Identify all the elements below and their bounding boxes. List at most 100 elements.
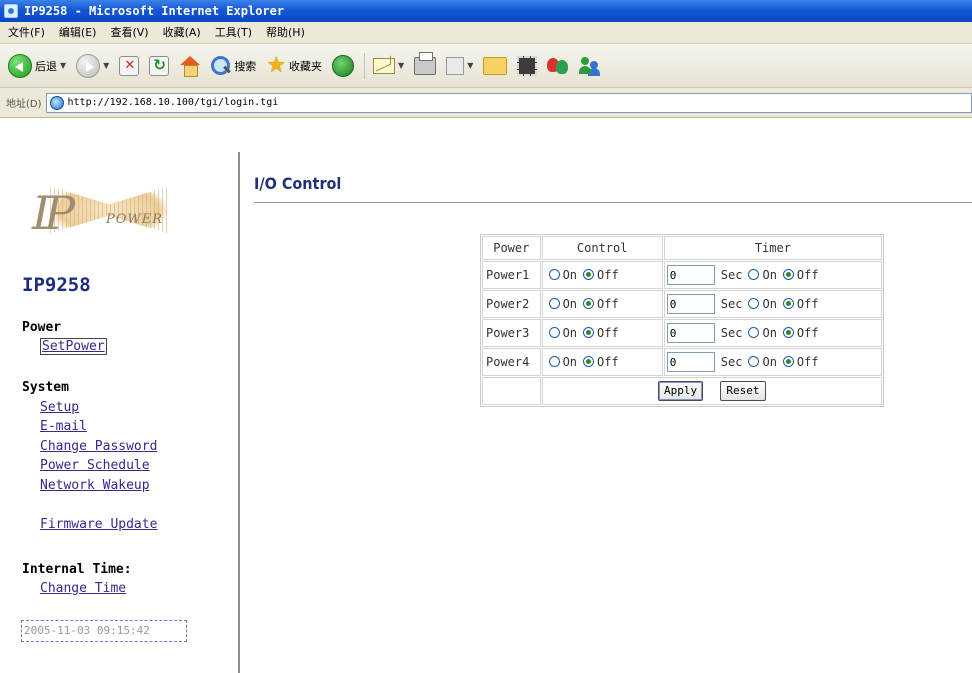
- mail-button[interactable]: ▼: [373, 57, 404, 74]
- power-1-timer-on-label: On: [762, 267, 777, 282]
- power-row-label: Power3: [482, 319, 541, 347]
- refresh-icon: [149, 55, 170, 76]
- search-icon: [211, 55, 231, 76]
- refresh-button[interactable]: [149, 55, 170, 76]
- header-control: Control: [541, 236, 663, 260]
- address-url: http://192.168.10.100/tgi/login.tgi: [67, 97, 279, 108]
- address-label: 地址(D): [6, 99, 42, 110]
- mail-dropdown-icon[interactable]: ▼: [398, 61, 404, 70]
- power-3-control-cell: On Off: [541, 319, 663, 347]
- power-1-sec-label: Sec: [720, 267, 743, 282]
- search-button[interactable]: 搜索: [211, 55, 256, 76]
- power-3-timer-seconds-input[interactable]: [666, 323, 715, 343]
- folder-button[interactable]: [483, 56, 508, 75]
- power-3-timer-on-radio[interactable]: [748, 326, 760, 338]
- firmware-update-link[interactable]: Firmware Update: [40, 517, 157, 532]
- power-2-timer-on-radio[interactable]: [748, 297, 760, 309]
- power-1-timer-cell: Sec On Off: [663, 261, 882, 289]
- stop-icon: [119, 55, 140, 76]
- back-dropdown-icon[interactable]: ▼: [60, 61, 66, 70]
- power-3-timer-off-radio[interactable]: [782, 326, 794, 338]
- print-button[interactable]: [414, 51, 437, 75]
- forward-dropdown-icon[interactable]: ▼: [103, 61, 109, 70]
- back-button[interactable]: 后退 ▼: [8, 53, 66, 78]
- button-row-cell: Apply Reset: [541, 377, 882, 405]
- power-1-control-off-radio[interactable]: [583, 269, 595, 280]
- edit-button[interactable]: ▼: [446, 56, 473, 75]
- power-4-timer-off-label: Off: [796, 354, 819, 369]
- power-2-timer-on-label: On: [762, 296, 777, 311]
- setup-link[interactable]: Setup: [40, 400, 79, 415]
- power-1-control-on-radio[interactable]: [548, 269, 560, 280]
- change-time-link[interactable]: Change Time: [40, 581, 126, 596]
- browser-toolbar: 后退 ▼ ▼ 搜索 ★ 收藏夹 ▼ ▼: [0, 44, 972, 88]
- logo-ip-text: IP: [32, 186, 75, 240]
- reset-button[interactable]: Reset: [720, 381, 766, 401]
- power-3-control-off-radio[interactable]: [583, 327, 595, 338]
- menu-file[interactable]: 文件(F): [8, 22, 45, 43]
- folder-icon: [483, 56, 508, 75]
- power-3-control-on-radio[interactable]: [548, 327, 560, 338]
- home-button[interactable]: [179, 55, 201, 77]
- toolbar-separator: [364, 52, 366, 79]
- power-4-timer-seconds-input[interactable]: [666, 352, 715, 372]
- power-1-timer-off-radio[interactable]: [782, 268, 794, 280]
- power-1-control-on-label: On: [562, 268, 578, 282]
- power-3-control-on-label: On: [562, 326, 578, 340]
- power-2-control-on-radio[interactable]: [548, 298, 560, 309]
- power-row-label: Power2: [482, 290, 541, 318]
- power-4-control-on-radio[interactable]: [548, 356, 560, 367]
- power-1-timer-seconds-input[interactable]: [666, 265, 715, 285]
- power-2-sec-label: Sec: [720, 296, 743, 311]
- media-button[interactable]: [332, 54, 355, 77]
- forward-button[interactable]: ▼: [76, 53, 109, 78]
- menu-tools[interactable]: 工具(T): [215, 22, 252, 43]
- power-3-control-off-label: Off: [597, 326, 619, 340]
- power-row-3: Power3 On Off Sec On Off: [482, 319, 882, 347]
- menu-bar: 文件(F) 编辑(E) 查看(V) 收藏(A) 工具(T) 帮助(H): [0, 22, 972, 44]
- media-icon: [332, 54, 355, 77]
- favorites-button[interactable]: ★ 收藏夹: [266, 54, 322, 76]
- power-3-timer-on-label: On: [762, 325, 777, 340]
- power-2-control-off-radio[interactable]: [583, 298, 595, 309]
- power-2-timer-cell: Sec On Off: [663, 290, 882, 318]
- change-password-link[interactable]: Change Password: [40, 439, 157, 454]
- power-2-control-cell: On Off: [541, 290, 663, 318]
- power-row-4: Power4 On Off Sec On Off: [482, 348, 882, 376]
- power-row-2: Power2 On Off Sec On Off: [482, 290, 882, 318]
- messenger-button[interactable]: [547, 56, 569, 76]
- page-top-margin: [0, 118, 972, 152]
- header-power: Power: [482, 236, 541, 260]
- contacts-button[interactable]: [579, 56, 601, 76]
- power-4-control-off-radio[interactable]: [583, 356, 595, 367]
- menu-help[interactable]: 帮助(H): [266, 22, 305, 43]
- edit-dropdown-icon[interactable]: ▼: [467, 61, 473, 70]
- power-1-timer-on-radio[interactable]: [748, 268, 760, 280]
- menu-view[interactable]: 查看(V): [110, 22, 148, 43]
- power-2-timer-off-label: Off: [796, 296, 819, 311]
- power-heading: Power: [22, 320, 62, 335]
- email-link[interactable]: E-mail: [40, 419, 87, 434]
- stop-button[interactable]: [119, 55, 140, 76]
- window-title-bar: IP9258 - Microsoft Internet Explorer: [0, 0, 972, 22]
- internal-time-heading: Internal Time:: [22, 562, 132, 577]
- power-4-timer-on-radio[interactable]: [748, 355, 760, 367]
- power-schedule-link[interactable]: Power Schedule: [40, 458, 150, 473]
- current-time-display: 2005-11-03 09:15:42: [21, 620, 187, 642]
- network-wakeup-link[interactable]: Network Wakeup: [40, 478, 150, 493]
- button-row: Apply Reset: [482, 377, 882, 405]
- power-2-timer-off-radio[interactable]: [782, 297, 794, 309]
- power-4-timer-off-radio[interactable]: [782, 355, 794, 367]
- back-arrow-icon: [8, 53, 32, 78]
- menu-favorites[interactable]: 收藏(A): [163, 22, 201, 43]
- setpower-link[interactable]: SetPower: [40, 338, 107, 355]
- messenger-icon: [547, 56, 569, 76]
- device-name: IP9258: [22, 274, 91, 296]
- power-4-sec-label: Sec: [720, 354, 743, 369]
- power-2-timer-seconds-input[interactable]: [666, 294, 715, 314]
- apply-button[interactable]: Apply: [658, 381, 704, 401]
- power-1-control-off-label: Off: [597, 268, 619, 282]
- menu-edit[interactable]: 编辑(E): [59, 22, 97, 43]
- film-button[interactable]: [517, 55, 538, 76]
- address-input[interactable]: http://192.168.10.100/tgi/login.tgi: [45, 92, 972, 113]
